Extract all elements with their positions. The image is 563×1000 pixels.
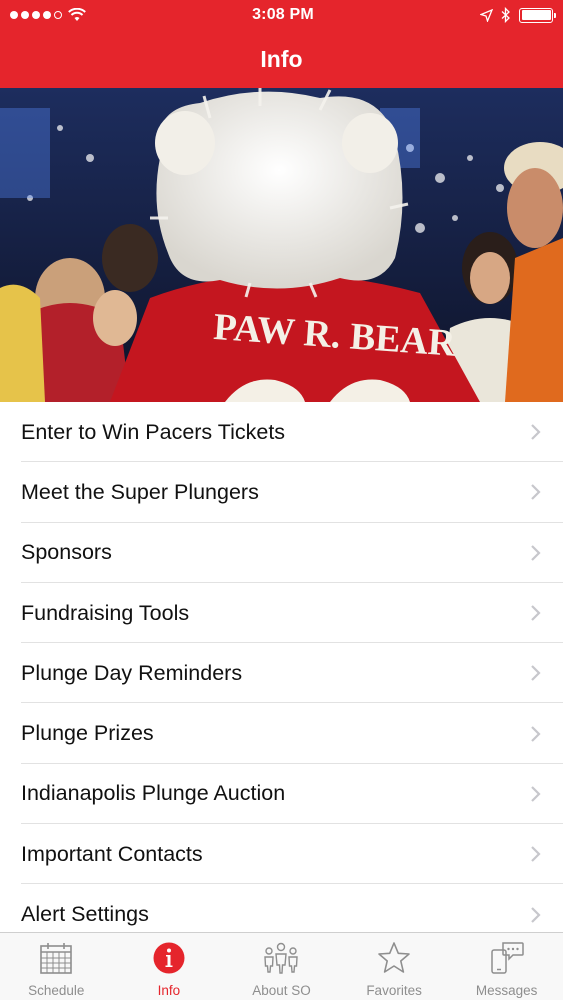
chevron-right-icon [531, 484, 541, 501]
tab-label: Schedule [28, 983, 85, 998]
chevron-right-icon [531, 665, 541, 682]
menu-item-sponsors[interactable]: Sponsors [0, 523, 563, 584]
menu-item-plunge-prizes[interactable]: Plunge Prizes [0, 703, 563, 765]
tab-messages[interactable]: Messages [450, 933, 563, 1000]
tab-label: Messages [475, 983, 538, 998]
messages-icon [489, 940, 525, 976]
menu-item-fundraising-tools[interactable]: Fundraising Tools [0, 583, 563, 644]
menu-item-important-contacts[interactable]: Important Contacts [0, 824, 563, 885]
chevron-right-icon [531, 424, 541, 440]
info-menu-list: Enter to Win Pacers Tickets Meet the Sup… [0, 402, 563, 932]
chevron-right-icon [531, 605, 541, 621]
menu-item-meet-the-super-plungers[interactable]: Meet the Super Plungers [0, 462, 563, 523]
menu-item-label: Alert Settings [21, 902, 149, 927]
menu-item-label: Meet the Super Plungers [21, 479, 259, 504]
menu-item-label: Important Contacts [21, 841, 203, 866]
menu-item-indianapolis-plunge-auction[interactable]: Indianapolis Plunge Auction [0, 764, 563, 825]
calendar-icon [38, 940, 74, 976]
status-bar: 3:08 PM [0, 0, 563, 30]
menu-item-label: Plunge Day Reminders [21, 660, 243, 685]
menu-item-plunge-day-reminders[interactable]: Plunge Day Reminders [0, 643, 563, 704]
navigation-bar: Info [0, 30, 563, 88]
tab-schedule[interactable]: Schedule [0, 933, 113, 1000]
page-title: Info [260, 45, 303, 72]
signal-strength-icon [10, 11, 62, 19]
hero-image: PAW R. BEAR [0, 88, 563, 402]
chevron-right-icon [531, 846, 541, 862]
info-icon [151, 940, 187, 976]
chevron-right-icon [531, 544, 541, 561]
tab-label: About SO [252, 983, 311, 998]
status-right [480, 7, 556, 23]
menu-item-label: Enter to Win Pacers Tickets [21, 419, 286, 444]
chevron-right-icon [531, 906, 541, 923]
people-icon [263, 940, 299, 976]
location-icon [480, 8, 493, 22]
chevron-right-icon [531, 786, 541, 802]
tab-label: Favorites [366, 983, 422, 998]
menu-item-enter-to-win-pacers-tickets[interactable]: Enter to Win Pacers Tickets [0, 402, 563, 463]
tab-favorites[interactable]: Favorites [338, 933, 451, 1000]
status-time: 3:08 PM [252, 6, 314, 23]
battery-icon [519, 7, 556, 23]
tab-about-so[interactable]: About SO [225, 933, 338, 1000]
menu-item-label: Fundraising Tools [21, 600, 190, 625]
status-left [10, 8, 86, 22]
chevron-right-icon [531, 725, 541, 742]
tab-bar: Schedule Info About SO Favorites Message… [0, 932, 563, 1000]
menu-item-alert-settings[interactable]: Alert Settings [0, 884, 563, 932]
menu-item-label: Plunge Prizes [21, 721, 154, 746]
menu-item-label: Sponsors [21, 540, 112, 565]
menu-item-label: Indianapolis Plunge Auction [21, 781, 286, 806]
tab-info[interactable]: Info [113, 933, 226, 1000]
wifi-icon [68, 8, 86, 21]
bluetooth-icon [501, 7, 510, 23]
tab-label: Info [157, 983, 181, 998]
star-icon [376, 940, 412, 976]
